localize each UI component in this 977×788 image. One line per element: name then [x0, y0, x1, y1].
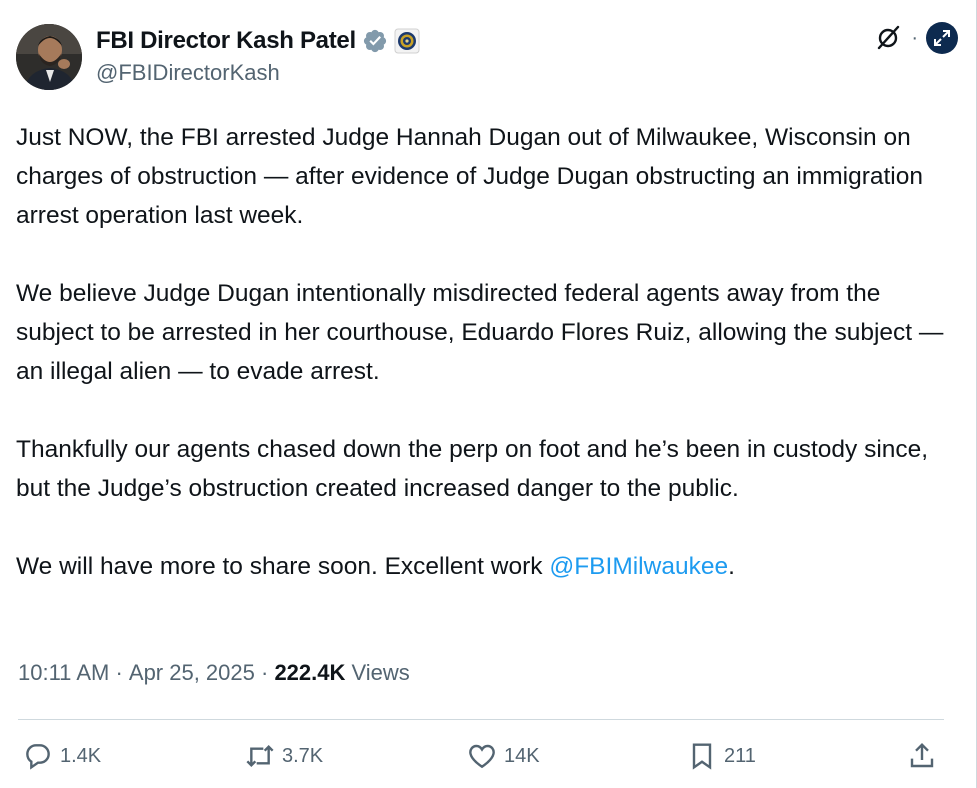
tweet-paragraph-4: We will have more to share soon. Excelle…: [16, 547, 946, 586]
divider: [18, 719, 944, 720]
bookmark-icon: [692, 743, 712, 770]
repost-count: 3.7K: [282, 744, 324, 767]
tweet-text: Just NOW, the FBI arrested Judge Hannah …: [16, 118, 946, 625]
mention-link[interactable]: @FBIMilwaukee: [549, 553, 728, 580]
views-label: Views: [345, 660, 410, 685]
heart-icon: [469, 744, 495, 769]
tweet-paragraph-1: Just NOW, the FBI arrested Judge Hannah …: [16, 124, 924, 229]
avatar-image: [16, 24, 82, 90]
action-bar: 1.4K 3.7K 14K 211: [22, 736, 942, 776]
expand-icon[interactable]: [926, 22, 958, 54]
like-count: 14K: [504, 744, 540, 767]
author-name-row[interactable]: FBI Director Kash Patel: [96, 26, 420, 56]
bookmark-count: 211: [724, 744, 756, 767]
header-separator: ·: [911, 27, 918, 49]
grok-icon[interactable]: [873, 23, 903, 53]
meta-separator: ·: [254, 660, 275, 685]
tweet-date[interactable]: Apr 25, 2025: [129, 660, 255, 686]
tweet-paragraph-2: We believe Judge Dugan intentionally mis…: [16, 280, 944, 385]
reply-icon: [26, 744, 50, 770]
reply-button[interactable]: 1.4K: [22, 736, 101, 776]
tweet-paragraph-3: Thankfully our agents chased down the pe…: [16, 436, 929, 502]
author-display-name[interactable]: FBI Director Kash Patel: [96, 27, 356, 55]
repost-button[interactable]: 3.7K: [244, 736, 323, 776]
tweet-card: FBI Director Kash Patel @FBIDirectorKash: [0, 0, 977, 788]
verified-badge-icon[interactable]: [362, 28, 388, 54]
views-count: 222.4K: [274, 660, 346, 685]
tweet-paragraph-4-end: .: [728, 553, 735, 580]
tweet-time[interactable]: 10:11 AM: [18, 660, 109, 686]
repost-icon: [246, 744, 274, 768]
bookmark-button[interactable]: 211: [686, 736, 756, 776]
share-icon: [910, 742, 934, 768]
fbi-seal-icon[interactable]: [394, 28, 420, 54]
share-button[interactable]: [906, 736, 938, 776]
tweet-meta: 10:11 AM · Apr 25, 2025 · 222.4K Views: [18, 660, 410, 686]
tweet-paragraph-4-text: We will have more to share soon. Excelle…: [16, 553, 550, 580]
like-button[interactable]: 14K: [466, 736, 540, 776]
author-handle[interactable]: @FBIDirectorKash: [96, 60, 280, 86]
header-actions: ·: [873, 22, 958, 54]
meta-separator: ·: [109, 660, 129, 685]
avatar[interactable]: [16, 24, 82, 90]
reply-count: 1.4K: [60, 744, 102, 767]
